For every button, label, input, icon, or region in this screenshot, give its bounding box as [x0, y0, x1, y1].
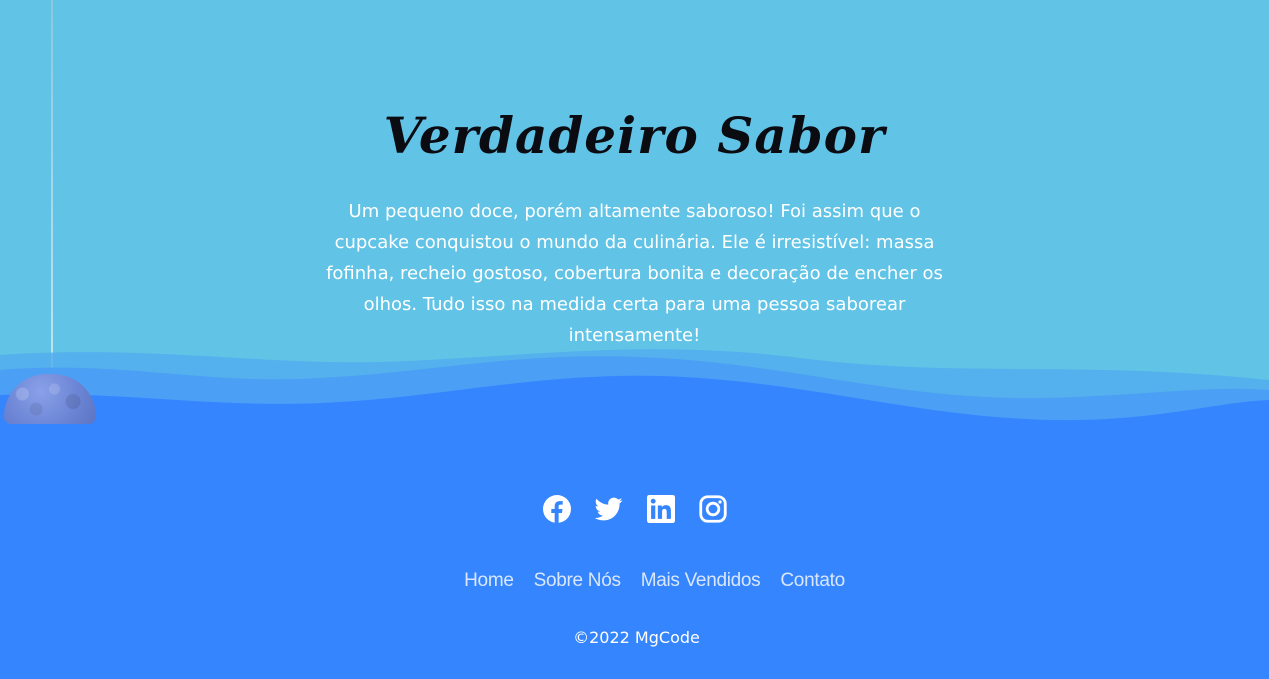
hero-title: Verdadeiro Sabor — [383, 106, 886, 165]
footer-link-mais-vendidos[interactable]: Mais Vendidos — [641, 566, 761, 596]
footer-link-sobre-nos[interactable]: Sobre Nós — [534, 566, 621, 596]
linkedin-icon — [646, 495, 675, 523]
twitter-link[interactable] — [594, 493, 623, 525]
instagram-icon — [698, 495, 727, 523]
page: Verdadeiro Sabor Um pequeno doce, porém … — [0, 0, 1269, 679]
copyright-text: ©2022 MgCode — [573, 628, 700, 647]
facebook-icon — [542, 495, 571, 523]
hero-description: Um pequeno doce, porém altamente saboros… — [326, 201, 943, 346]
footer-link-home[interactable]: Home — [464, 566, 514, 596]
linkedin-link[interactable] — [646, 493, 675, 525]
hanging-string — [51, 0, 53, 372]
facebook-link[interactable] — [542, 493, 571, 525]
footer-nav: Home Sobre Nós Mais Vendidos Contato — [0, 566, 1269, 596]
social-links — [0, 493, 1269, 525]
footer-link-contato[interactable]: Contato — [780, 566, 845, 596]
wave-divider — [0, 349, 1269, 440]
twitter-icon — [594, 497, 623, 521]
hanging-ornament — [4, 374, 96, 424]
instagram-link[interactable] — [698, 493, 727, 525]
